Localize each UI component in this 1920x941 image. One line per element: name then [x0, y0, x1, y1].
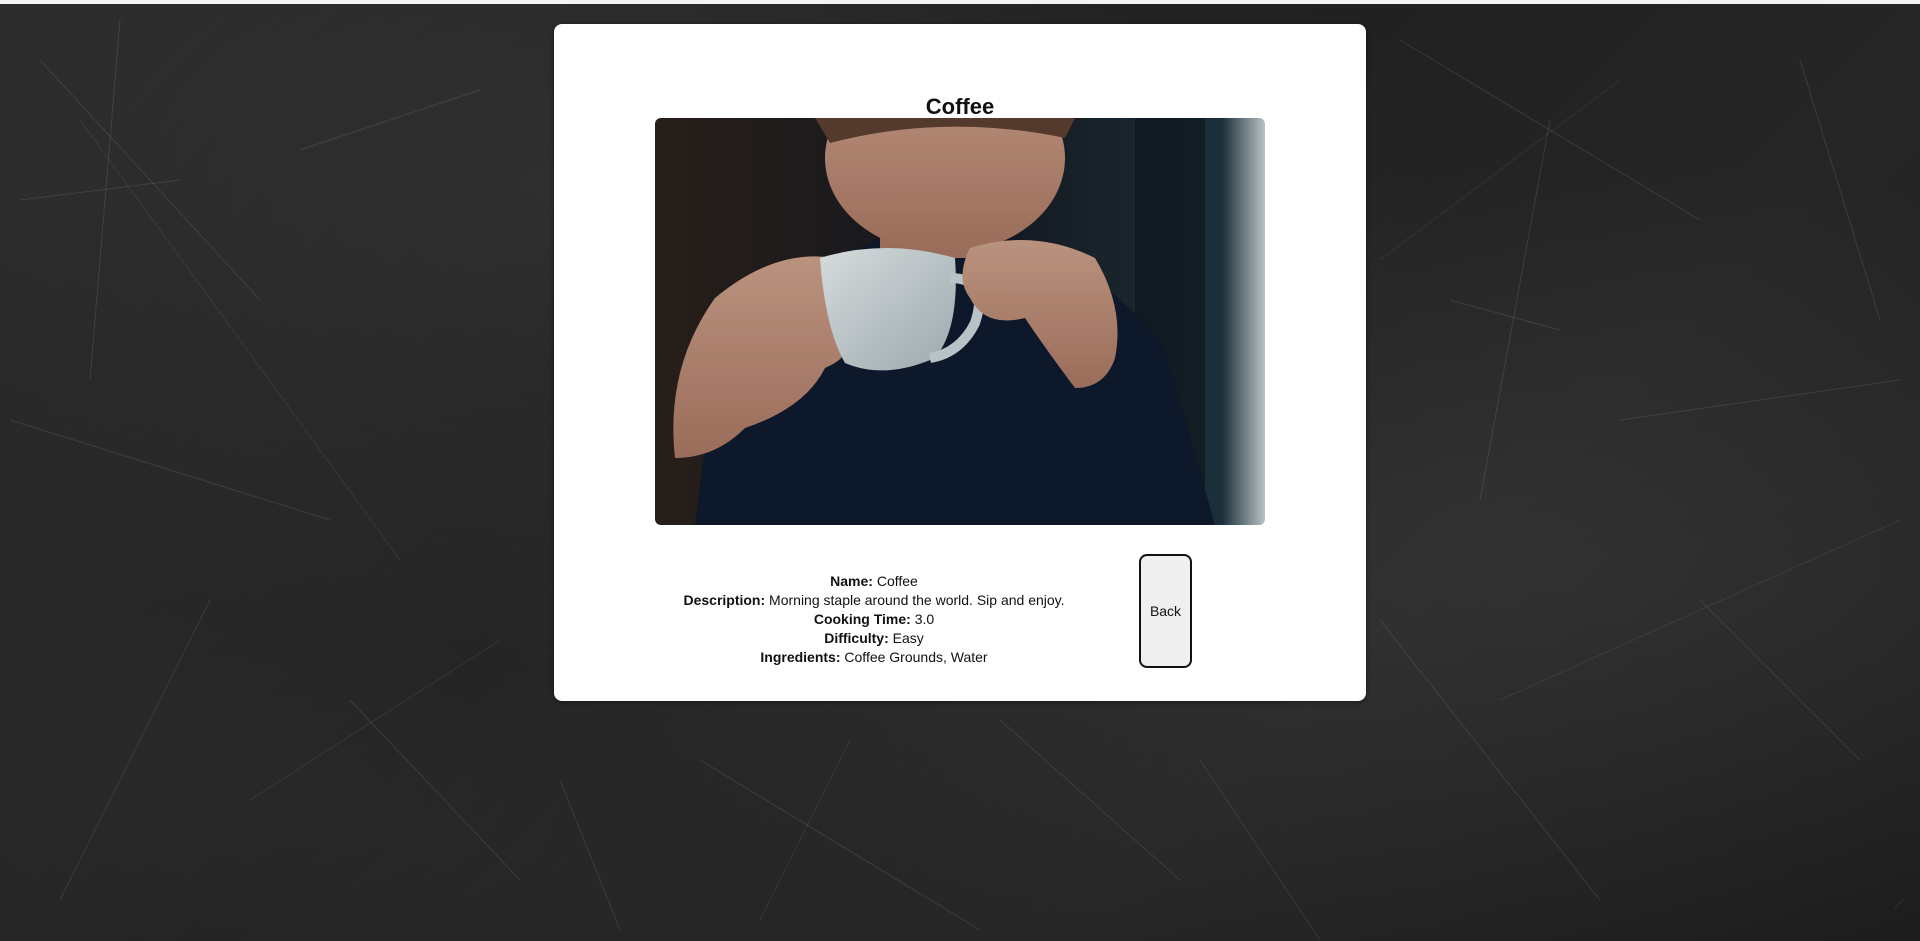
detail-cooking-time-label: Cooking Time: — [813, 611, 911, 627]
detail-description: Description: Morning staple around the w… — [654, 591, 1094, 610]
detail-ingredients-value: Coffee Grounds, Water — [844, 649, 988, 665]
detail-cooking-time: Cooking Time: 3.0 — [654, 610, 1094, 629]
recipe-details: Name: Coffee Description: Morning staple… — [654, 572, 1094, 667]
detail-name-label: Name: — [830, 573, 873, 589]
resize-corner-icon: ⟋ — [1894, 896, 1904, 912]
detail-difficulty-value: Easy — [892, 630, 924, 646]
detail-ingredients: Ingredients: Coffee Grounds, Water — [654, 648, 1094, 667]
back-button[interactable]: Back — [1139, 554, 1192, 668]
detail-name: Name: Coffee — [654, 572, 1094, 591]
detail-description-label: Description: — [683, 592, 766, 608]
detail-description-value: Morning staple around the world. Sip and… — [769, 592, 1065, 608]
recipe-photo — [655, 118, 1265, 525]
detail-difficulty-label: Difficulty: — [824, 630, 889, 646]
recipe-image — [655, 118, 1265, 525]
detail-name-value: Coffee — [876, 573, 918, 589]
detail-difficulty: Difficulty: Easy — [654, 629, 1094, 648]
recipe-title: Coffee — [925, 94, 995, 119]
recipe-card: Coffee Name: Coffee Description: Morning… — [554, 24, 1366, 701]
detail-ingredients-label: Ingredients: — [760, 649, 841, 665]
detail-cooking-time-value: 3.0 — [914, 611, 935, 627]
